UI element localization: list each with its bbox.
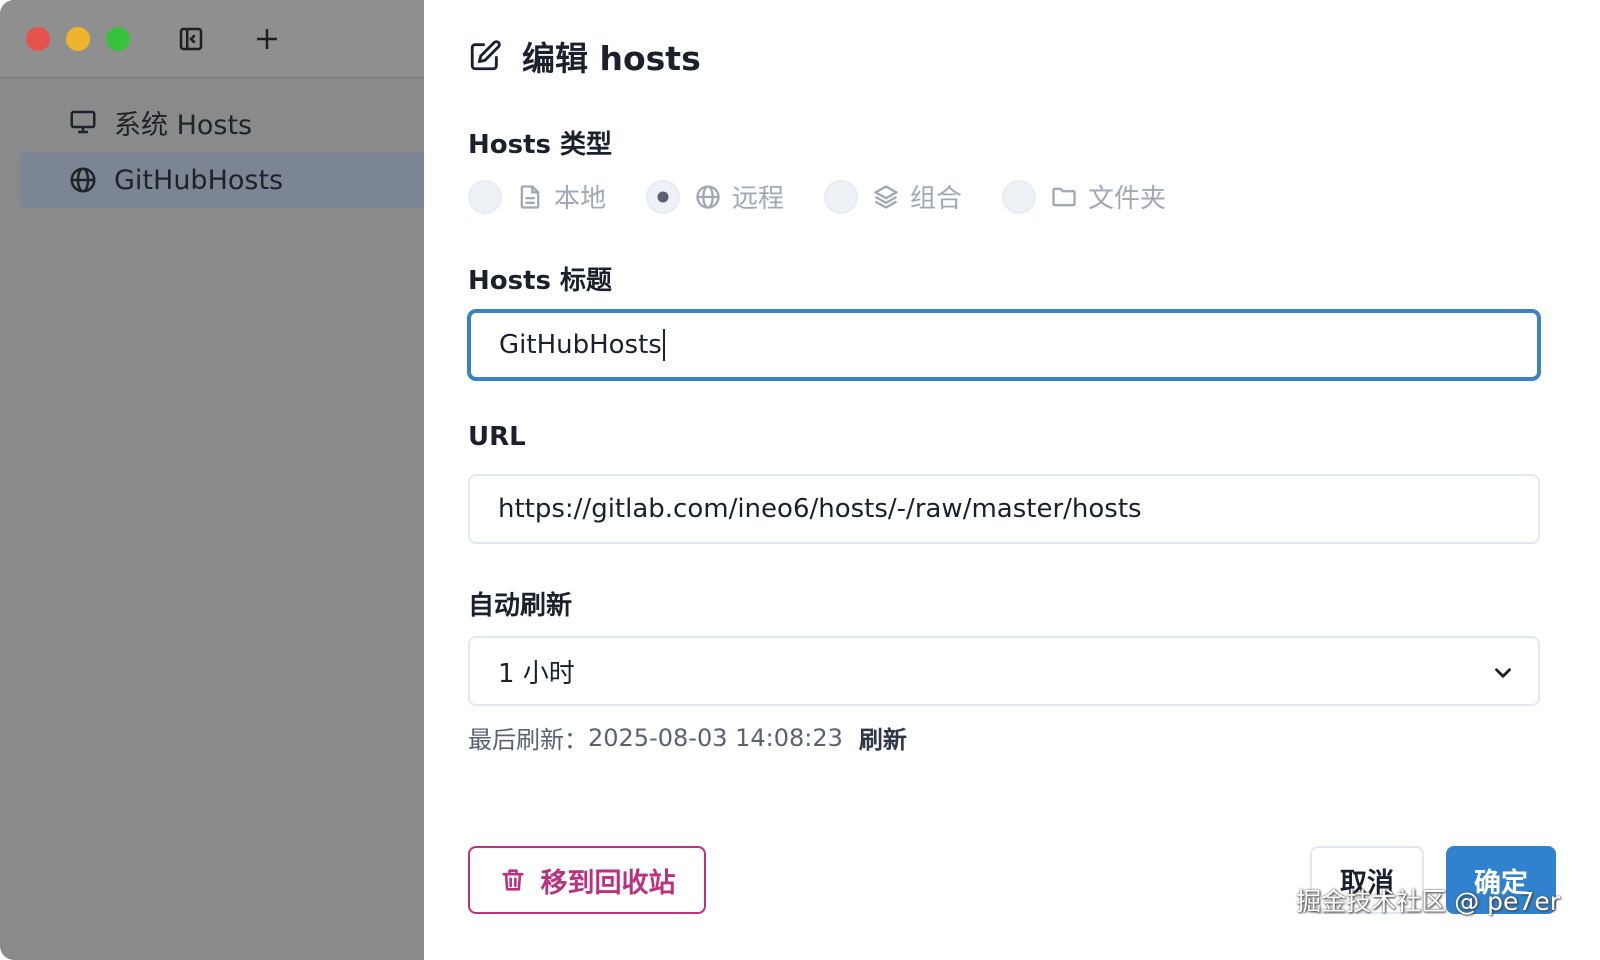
title-bar <box>0 0 424 78</box>
last-refresh-time: 2025-08-03 14:08:23 <box>588 723 843 752</box>
hosts-title-value: GitHubHosts <box>499 330 662 360</box>
sidebar-toggle-icon[interactable] <box>176 24 206 54</box>
hosts-type-radio-group: 本地 远程 组合 文件夹 <box>468 178 1206 215</box>
monitor-icon <box>68 107 98 137</box>
type-option-folder[interactable]: 文件夹 <box>1002 178 1166 215</box>
radio-button-selected[interactable] <box>646 179 681 214</box>
last-refresh-info: 最后刷新： 2025-08-03 14:08:23 刷新 <box>468 720 907 755</box>
sidebar-item-githubhosts[interactable]: GitHubHosts <box>20 152 424 208</box>
maximize-window-button[interactable] <box>106 27 130 51</box>
url-input[interactable]: https://gitlab.com/ineo6/hosts/-/raw/mas… <box>468 474 1540 544</box>
chevron-down-icon <box>1490 660 1516 686</box>
edit-hosts-dialog: 编辑 hosts Hosts 类型 本地 远程 组合 文件夹 Hosts 标题 … <box>424 0 1600 960</box>
url-value: https://gitlab.com/ineo6/hosts/-/raw/mas… <box>498 494 1142 524</box>
layers-icon <box>872 183 900 211</box>
radio-button[interactable] <box>1002 179 1037 214</box>
move-to-trash-button[interactable]: 移到回收站 <box>468 846 706 914</box>
hosts-title-input[interactable]: GitHubHosts <box>468 310 1540 380</box>
type-option-remote[interactable]: 远程 <box>646 178 784 215</box>
dialog-header: 编辑 hosts <box>468 32 701 80</box>
last-refresh-label: 最后刷新： <box>468 726 588 754</box>
sidebar-item-system-hosts[interactable]: 系统 Hosts <box>20 94 424 150</box>
globe-icon <box>694 183 722 211</box>
move-to-trash-label: 移到回收站 <box>540 867 676 899</box>
type-option-label: 组合 <box>910 184 963 214</box>
type-option-group[interactable]: 组合 <box>824 178 962 215</box>
trash-icon <box>499 866 527 894</box>
watermark: 掘金技术社区 @ pe7er <box>1296 887 1560 916</box>
sidebar: 系统 Hosts GitHubHosts <box>0 0 424 960</box>
close-window-button[interactable] <box>26 27 50 51</box>
type-option-label: 远程 <box>732 184 785 214</box>
edit-icon <box>468 39 502 73</box>
type-option-label: 本地 <box>554 184 607 214</box>
hosts-title-label: Hosts 标题 <box>468 266 613 296</box>
refresh-link[interactable]: 刷新 <box>859 720 907 755</box>
minimize-window-button[interactable] <box>66 27 90 51</box>
type-option-local[interactable]: 本地 <box>468 178 606 215</box>
document-icon <box>516 183 544 211</box>
hosts-type-label: Hosts 类型 <box>468 130 613 160</box>
globe-icon <box>68 165 98 195</box>
auto-refresh-value: 1 小时 <box>498 658 575 689</box>
sidebar-item-label: GitHubHosts <box>114 164 284 196</box>
sidebar-item-label: 系统 Hosts <box>114 109 253 141</box>
dialog-title: 编辑 hosts <box>522 39 701 78</box>
auto-refresh-label: 自动刷新 <box>468 591 573 621</box>
add-icon[interactable] <box>252 24 282 54</box>
url-label: URL <box>468 422 526 452</box>
radio-button[interactable] <box>824 179 859 214</box>
text-caret <box>662 329 665 361</box>
type-option-label: 文件夹 <box>1088 184 1167 214</box>
radio-button[interactable] <box>468 179 502 214</box>
auto-refresh-select[interactable]: 1 小时 <box>468 636 1540 706</box>
folder-icon <box>1050 183 1078 211</box>
